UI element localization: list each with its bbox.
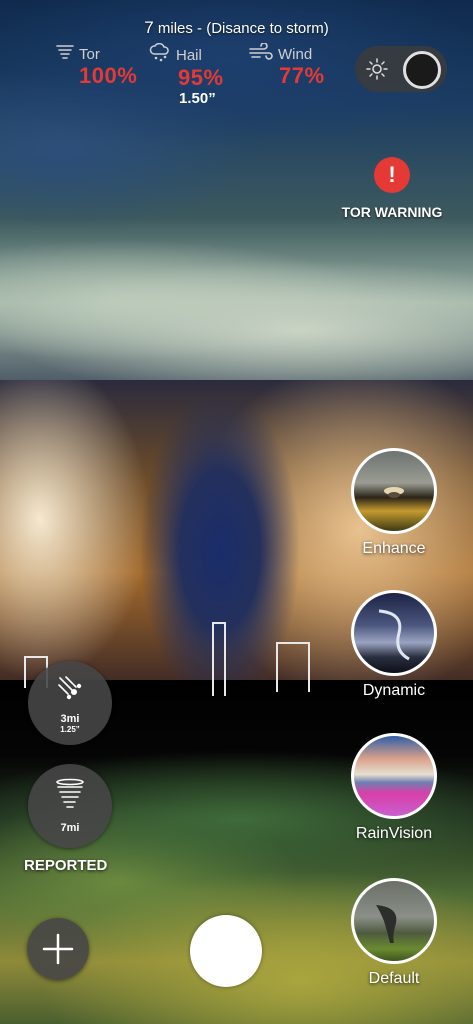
tor-label: Tor [79,45,100,63]
warning-alert-icon[interactable]: ! [374,157,410,193]
distance-number: 7 [144,18,154,37]
hail-stat: Hail 95% 1.50” [148,42,224,107]
hail-label: Hail [176,46,202,64]
tor-value: 100% [79,63,138,88]
wind-icon [248,42,274,65]
filter-rainvision[interactable]: RainVision [351,733,437,842]
hail-value: 95% [178,65,224,90]
distance-to-storm: 7 miles - (Disance to storm) [0,18,473,38]
filter-dynamic[interactable]: Dynamic [351,590,437,699]
tornado-distance: 7mi [60,822,80,834]
filter-default[interactable]: Default [351,878,437,987]
power-tower [276,642,310,692]
toggle-knob[interactable] [403,51,441,89]
brightness-toggle[interactable] [355,46,447,92]
enhance-thumbnail[interactable] [351,448,437,534]
wind-stat: Wind 77% [248,42,325,89]
hail-size-report: 1.25” [60,725,80,734]
power-tower [212,622,226,696]
wind-value: 77% [279,63,325,88]
distance-text: miles - (Disance to storm) [157,20,329,37]
add-button[interactable] [27,918,89,980]
tornado-icon [55,43,75,65]
hail-icon [57,675,85,708]
capture-button[interactable] [190,915,262,987]
dynamic-thumbnail[interactable] [351,590,437,676]
wind-label: Wind [278,45,313,63]
tor-warning-label[interactable]: TOR WARNING [330,204,454,220]
filter-default-label: Default [368,970,420,987]
tornado-report-button[interactable]: 7mi [28,764,112,848]
tornado-icon [54,778,86,819]
rainvision-thumbnail[interactable] [351,733,437,819]
tor-stat: Tor 100% [55,43,137,89]
default-thumbnail[interactable] [351,878,437,964]
filter-rainvision-label: RainVision [355,825,433,842]
sun-icon [365,57,389,86]
filter-dynamic-label: Dynamic [362,682,426,699]
hail-report-button[interactable]: 3mi 1.25” [28,661,112,745]
hail-cloud-icon [148,42,172,67]
hail-distance: 3mi [60,713,80,725]
plus-icon [41,932,75,971]
filter-enhance[interactable]: Enhance [351,448,437,557]
reported-label: REPORTED [24,857,108,874]
hail-size: 1.50” [179,90,216,107]
filter-enhance-label: Enhance [362,540,426,557]
